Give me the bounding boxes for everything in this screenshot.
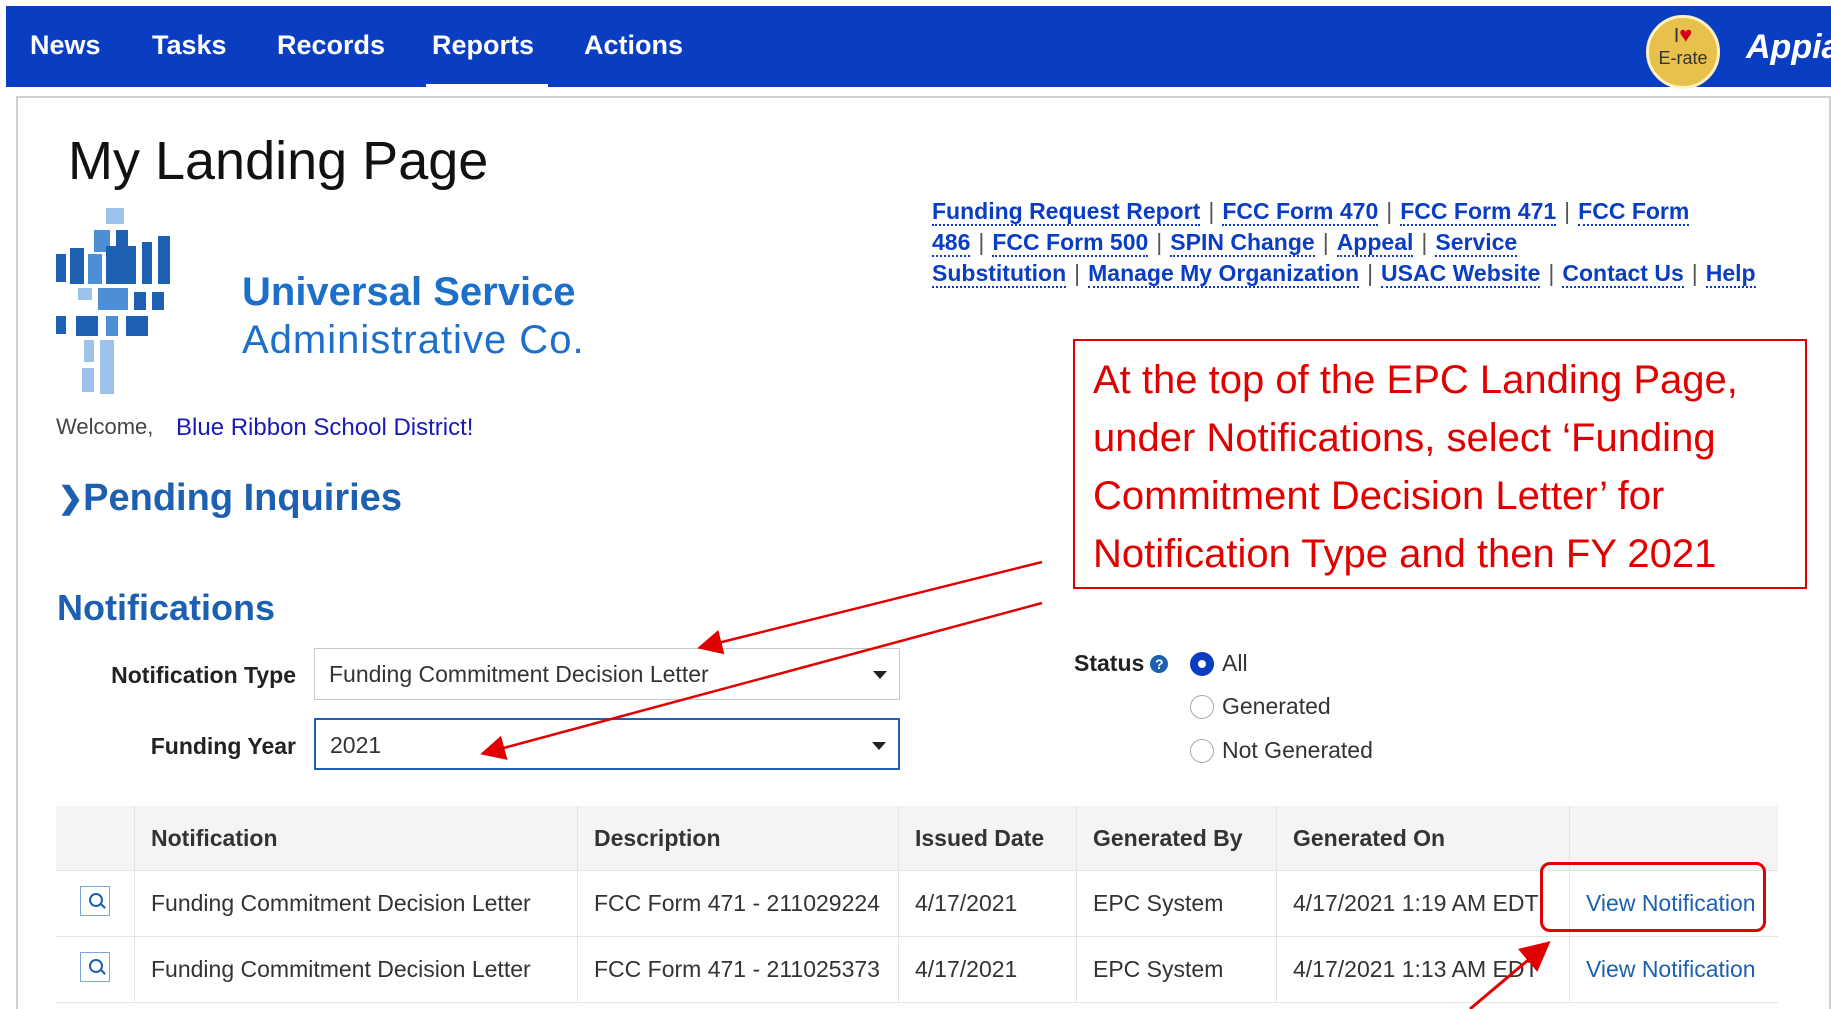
status-radio-not-generated[interactable]: Not Generated [1190,737,1373,764]
col-generated-on: Generated On [1276,806,1570,871]
nav-records[interactable]: Records [277,30,385,61]
col-action [1569,806,1778,871]
chevron-down-icon [873,671,887,679]
status-radio-all[interactable]: All [1190,650,1248,677]
welcome-label: Welcome, [56,414,154,439]
heart-icon: ♥ [1679,22,1693,47]
notification-type-value: Funding Commitment Decision Letter [329,661,709,687]
chevron-down-icon [872,742,886,750]
link-funding-request-report[interactable]: Funding Request Report [932,198,1201,226]
cell-notification: Funding Commitment Decision Letter [134,936,578,1003]
link-usac-website[interactable]: USAC Website [1381,260,1541,288]
active-tab-indicator [426,84,548,90]
col-generated-by: Generated By [1076,806,1277,871]
notifications-table: Notification Description Issued Date Gen… [56,806,1778,1003]
pending-inquiries-label: Pending Inquiries [83,477,402,519]
col-notification: Notification [134,806,578,871]
funding-year-select[interactable]: 2021 [314,718,900,770]
top-nav-bar: News Tasks Records Reports Actions I♥ E-… [6,6,1831,90]
chevron-right-icon: ❯ [58,482,84,515]
cell-issued-date: 4/17/2021 [898,936,1077,1003]
nav-news[interactable]: News [30,30,101,61]
funding-year-label: Funding Year [150,733,296,759]
welcome-org-name: Blue Ribbon School District! [176,414,474,441]
nav-actions[interactable]: Actions [584,30,683,61]
col-issued-date: Issued Date [898,806,1077,871]
erate-logo: I♥ E-rate [1646,15,1720,89]
cell-description: FCC Form 471 - 211029224 [577,870,899,937]
magnify-icon[interactable] [80,885,110,916]
table-header-row: Notification Description Issued Date Gen… [56,806,1778,871]
notification-type-select[interactable]: Funding Commitment Decision Letter [314,648,900,700]
pending-inquiries-toggle[interactable]: ❯Pending Inquiries [58,477,402,520]
instruction-callout: At the top of the EPC Landing Page, unde… [1073,339,1807,589]
table-row: Funding Commitment Decision Letter FCC F… [56,870,1778,937]
help-icon[interactable]: ? [1150,655,1169,673]
link-appeal[interactable]: Appeal [1336,229,1414,257]
cell-generated-on: 4/17/2021 1:13 AM EDT [1276,936,1570,1003]
cell-notification: Funding Commitment Decision Letter [134,870,578,937]
nav-tasks[interactable]: Tasks [152,30,227,61]
notifications-heading: Notifications [57,587,276,628]
usac-name-line2: Administrative Co. [242,318,585,362]
col-description: Description [577,806,899,871]
col-preview [56,806,135,871]
funding-year-value: 2021 [330,732,382,758]
radio-unchecked-icon [1190,739,1214,763]
quick-links: Funding Request Report | FCC Form 470 | FCC … [932,198,1756,288]
status-radio-generated[interactable]: Generated [1190,693,1331,720]
status-label: Status? [1074,650,1169,677]
nav-reports[interactable]: Reports [432,30,534,61]
link-fcc-form-471[interactable]: FCC Form 471 [1400,198,1557,226]
link-help[interactable]: Help [1705,260,1756,288]
link-fcc-form-500[interactable]: FCC Form 500 [992,229,1149,257]
cell-generated-by: EPC System [1076,870,1277,937]
link-fcc-form-470[interactable]: FCC Form 470 [1222,198,1379,226]
cell-generated-by: EPC System [1076,936,1277,1003]
radio-checked-icon [1190,652,1214,676]
cell-issued-date: 4/17/2021 [898,870,1077,937]
link-contact-us[interactable]: Contact Us [1562,260,1684,288]
appian-logo: Appian [1746,28,1831,66]
usac-name-line1: Universal Service [242,270,576,314]
link-spin-change[interactable]: SPIN Change [1170,229,1315,257]
magnify-icon[interactable] [80,951,110,982]
usac-logo-mark [56,208,170,394]
cell-generated-on: 4/17/2021 1:19 AM EDT [1276,870,1570,937]
view-notification-link[interactable]: View Notification [1586,956,1756,982]
notification-type-label: Notification Type [111,662,296,688]
table-row: Funding Commitment Decision Letter FCC F… [56,936,1778,1003]
page-title: My Landing Page [68,131,489,191]
view-notification-highlight-box [1540,862,1766,932]
radio-unchecked-icon [1190,695,1214,719]
cell-description: FCC Form 471 - 211025373 [577,936,899,1003]
link-manage-my-organization[interactable]: Manage My Organization [1088,260,1360,288]
